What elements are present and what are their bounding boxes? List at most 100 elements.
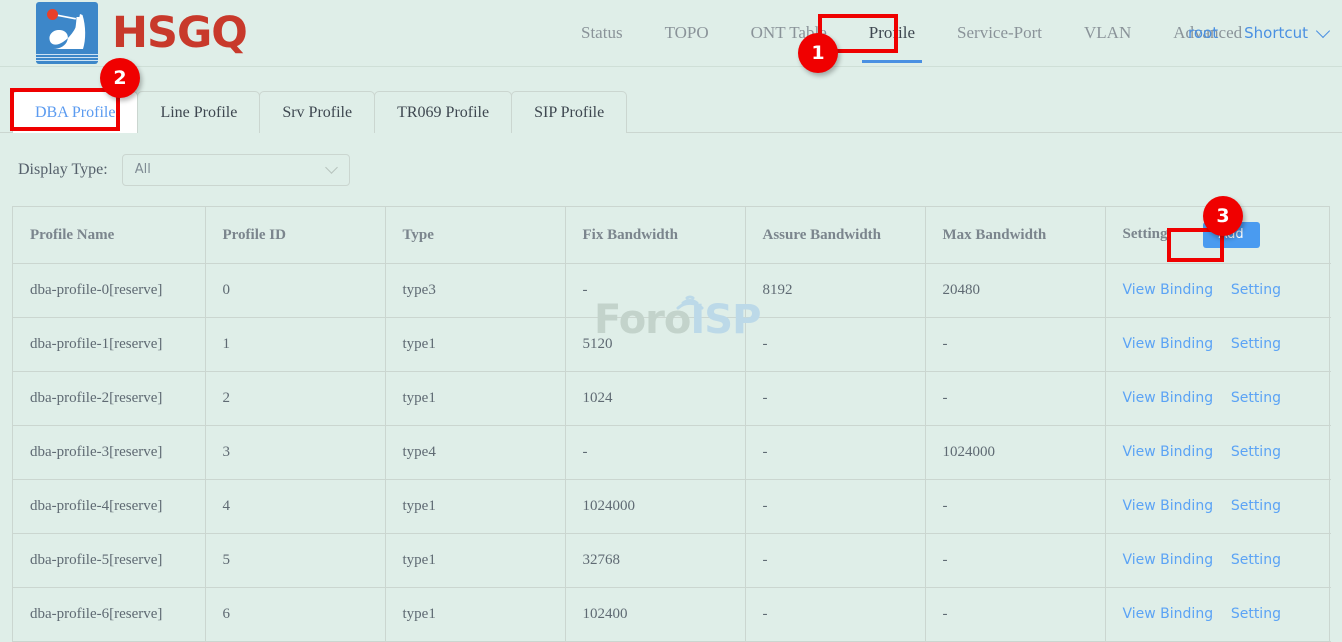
nav-item-vlan[interactable]: VLAN xyxy=(1063,0,1152,66)
cell-max-bandwidth: - xyxy=(925,372,1105,426)
table-row[interactable]: dba-profile-3[reserve] 3 type4 - - 10240… xyxy=(13,426,1331,480)
cell-profile-id: 5 xyxy=(205,534,385,588)
cell-profile-id: 2 xyxy=(205,372,385,426)
cell-assure-bandwidth: - xyxy=(745,534,925,588)
setting-link[interactable]: Setting xyxy=(1231,552,1281,568)
table-row[interactable]: dba-profile-2[reserve] 2 type1 1024 - - … xyxy=(13,372,1331,426)
cell-profile-name: dba-profile-2[reserve] xyxy=(13,372,205,426)
cell-fix-bandwidth: 32768 xyxy=(565,534,745,588)
view-binding-link[interactable]: View Binding xyxy=(1123,552,1214,568)
table-row[interactable]: dba-profile-5[reserve] 5 type1 32768 - -… xyxy=(13,534,1331,588)
cell-profile-id: 3 xyxy=(205,426,385,480)
tab-dba-profile[interactable]: DBA Profile xyxy=(12,91,138,133)
logo-red-dot-icon xyxy=(47,9,58,20)
setting-link[interactable]: Setting xyxy=(1231,282,1281,298)
setting-link[interactable]: Setting xyxy=(1231,606,1281,622)
cell-profile-id: 1 xyxy=(205,318,385,372)
shortcut-menu[interactable]: Shortcut xyxy=(1244,24,1328,42)
view-binding-link[interactable]: View Binding xyxy=(1123,444,1214,460)
cell-max-bandwidth: 20480 xyxy=(925,264,1105,318)
cell-assure-bandwidth: - xyxy=(745,426,925,480)
brand-logo[interactable]: HSGQ xyxy=(36,2,247,64)
column-header-profile-name: Profile Name xyxy=(13,207,205,264)
cell-profile-id: 4 xyxy=(205,480,385,534)
cell-fix-bandwidth: 1024 xyxy=(565,372,745,426)
cell-profile-name: dba-profile-3[reserve] xyxy=(13,426,205,480)
logo-stripes-icon xyxy=(36,54,98,62)
cell-assure-bandwidth: - xyxy=(745,480,925,534)
cell-setting: View Binding Setting xyxy=(1105,318,1331,372)
tab-srv-profile[interactable]: Srv Profile xyxy=(259,91,375,133)
top-header-bar: HSGQ Status TOPO ONT Table Profile Servi… xyxy=(0,0,1342,66)
current-user-link[interactable]: root xyxy=(1188,24,1218,42)
column-header-setting: Setting Add xyxy=(1105,207,1331,264)
cell-type: type1 xyxy=(385,534,565,588)
brand-name: HSGQ xyxy=(112,12,247,55)
cell-type: type1 xyxy=(385,588,565,642)
column-header-profile-id: Profile ID xyxy=(205,207,385,264)
cell-setting: View Binding Setting xyxy=(1105,372,1331,426)
tab-tr069-profile[interactable]: TR069 Profile xyxy=(374,91,512,133)
cell-fix-bandwidth: 102400 xyxy=(565,588,745,642)
setting-header-label: Setting xyxy=(1123,226,1168,243)
table-row[interactable]: dba-profile-1[reserve] 1 type1 5120 - - … xyxy=(13,318,1331,372)
nav-item-topo[interactable]: TOPO xyxy=(644,0,730,66)
view-binding-link[interactable]: View Binding xyxy=(1123,336,1214,352)
nav-item-profile[interactable]: Profile xyxy=(848,0,936,66)
cell-type: type1 xyxy=(385,318,565,372)
main-navigation: Status TOPO ONT Table Profile Service-Po… xyxy=(560,0,1263,66)
cell-type: type3 xyxy=(385,264,565,318)
display-type-value: All xyxy=(135,162,151,177)
display-type-label: Display Type: xyxy=(18,161,108,179)
filter-bar: Display Type: All xyxy=(0,133,1342,206)
column-header-fix-bandwidth: Fix Bandwidth xyxy=(565,207,745,264)
table-header-row: Profile Name Profile ID Type Fix Bandwid… xyxy=(13,207,1331,264)
setting-link[interactable]: Setting xyxy=(1231,498,1281,514)
view-binding-link[interactable]: View Binding xyxy=(1123,390,1214,406)
cell-setting: View Binding Setting xyxy=(1105,264,1331,318)
dba-profile-table: Profile Name Profile ID Type Fix Bandwid… xyxy=(12,206,1330,642)
view-binding-link[interactable]: View Binding xyxy=(1123,606,1214,622)
cell-assure-bandwidth: 8192 xyxy=(745,264,925,318)
column-header-max-bandwidth: Max Bandwidth xyxy=(925,207,1105,264)
tab-sip-profile[interactable]: SIP Profile xyxy=(511,91,627,133)
cell-profile-id: 0 xyxy=(205,264,385,318)
nav-item-service-port[interactable]: Service-Port xyxy=(936,0,1063,66)
view-binding-link[interactable]: View Binding xyxy=(1123,498,1214,514)
chevron-down-icon xyxy=(325,161,338,174)
cell-profile-id: 6 xyxy=(205,588,385,642)
cell-assure-bandwidth: - xyxy=(745,318,925,372)
setting-link[interactable]: Setting xyxy=(1231,444,1281,460)
display-type-select[interactable]: All xyxy=(122,154,350,186)
column-header-assure-bandwidth: Assure Bandwidth xyxy=(745,207,925,264)
tab-line-profile[interactable]: Line Profile xyxy=(137,91,260,133)
header-right-controls: root Shortcut xyxy=(1188,0,1328,66)
setting-link[interactable]: Setting xyxy=(1231,390,1281,406)
cell-max-bandwidth: - xyxy=(925,318,1105,372)
cell-max-bandwidth: - xyxy=(925,588,1105,642)
table-row[interactable]: dba-profile-0[reserve] 0 type3 - 8192 20… xyxy=(13,264,1331,318)
chevron-down-icon xyxy=(1316,24,1330,38)
cell-setting: View Binding Setting xyxy=(1105,588,1331,642)
cell-fix-bandwidth: - xyxy=(565,264,745,318)
cell-setting: View Binding Setting xyxy=(1105,480,1331,534)
profile-tab-bar: DBA Profile Line Profile Srv Profile TR0… xyxy=(0,66,1342,133)
nav-item-status[interactable]: Status xyxy=(560,0,644,66)
cell-assure-bandwidth: - xyxy=(745,588,925,642)
cell-max-bandwidth: 1024000 xyxy=(925,426,1105,480)
nav-item-ont-table[interactable]: ONT Table xyxy=(730,0,848,66)
table-body: dba-profile-0[reserve] 0 type3 - 8192 20… xyxy=(13,264,1331,642)
cell-type: type1 xyxy=(385,372,565,426)
profile-tab-list: DBA Profile Line Profile Srv Profile TR0… xyxy=(12,91,626,133)
view-binding-link[interactable]: View Binding xyxy=(1123,282,1214,298)
setting-link[interactable]: Setting xyxy=(1231,336,1281,352)
table-row[interactable]: dba-profile-6[reserve] 6 type1 102400 - … xyxy=(13,588,1331,642)
cell-setting: View Binding Setting xyxy=(1105,426,1331,480)
shortcut-label: Shortcut xyxy=(1244,24,1308,42)
cell-profile-name: dba-profile-6[reserve] xyxy=(13,588,205,642)
cell-setting: View Binding Setting xyxy=(1105,534,1331,588)
cell-profile-name: dba-profile-1[reserve] xyxy=(13,318,205,372)
add-button[interactable]: Add xyxy=(1203,222,1260,248)
cell-type: type1 xyxy=(385,480,565,534)
table-row[interactable]: dba-profile-4[reserve] 4 type1 1024000 -… xyxy=(13,480,1331,534)
